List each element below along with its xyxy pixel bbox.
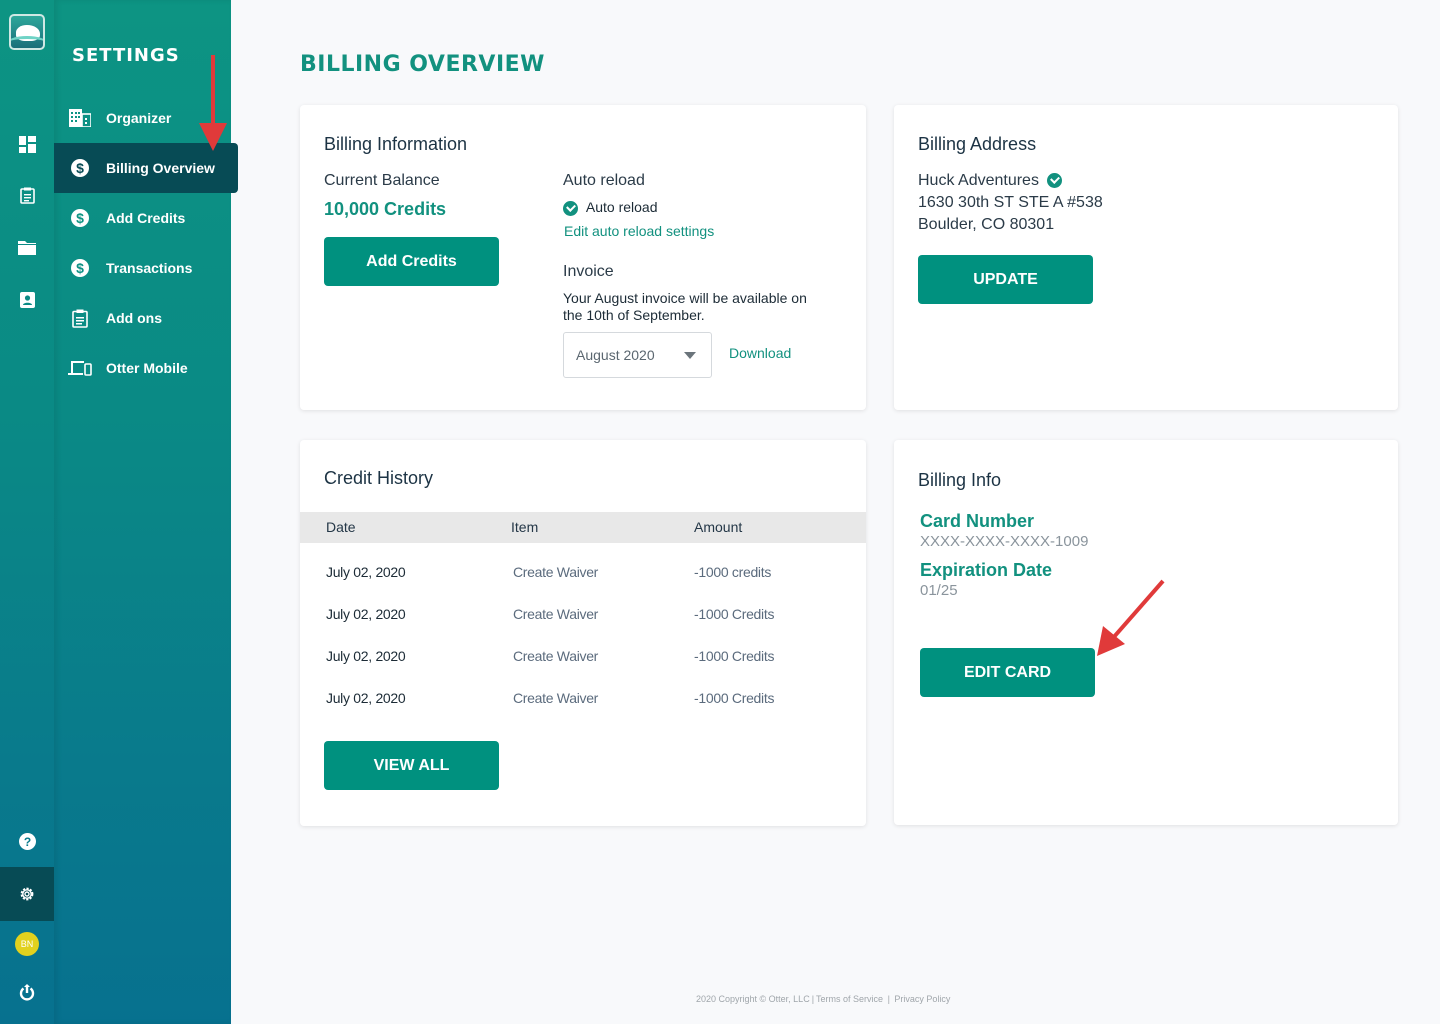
balance-value: 10,000 Credits xyxy=(324,199,447,219)
clipboard-icon xyxy=(68,306,92,330)
download-link[interactable]: Download xyxy=(729,345,791,361)
folder-icon[interactable] xyxy=(0,227,54,267)
balance-label: Current Balance xyxy=(324,172,440,189)
footer: 2020 Copyright © Otter, LLC | Terms of Ser… xyxy=(696,994,951,1004)
row-date: July 02, 2020 xyxy=(326,564,406,580)
address-name-text: Huck Adventures xyxy=(918,172,1039,189)
view-all-button[interactable]: VIEW ALL xyxy=(324,741,499,790)
caret-down-icon xyxy=(684,352,696,359)
table-row: July 02, 2020 Create Waiver -1000 credit… xyxy=(300,564,866,606)
nav-item-transactions[interactable]: $ Transactions xyxy=(54,243,231,293)
svg-text:?: ? xyxy=(23,835,30,849)
nav-item-label: Transactions xyxy=(106,260,193,276)
row-date: July 02, 2020 xyxy=(326,690,406,706)
row-date: July 02, 2020 xyxy=(326,648,406,664)
nav-item-label: Otter Mobile xyxy=(106,360,188,376)
nav-item-label: Add ons xyxy=(106,310,162,326)
card-title: Billing Address xyxy=(918,134,1037,154)
dollar-icon: $ xyxy=(68,256,92,280)
invoice-label: Invoice xyxy=(563,263,614,280)
nav-item-label: Billing Overview xyxy=(106,160,215,176)
edit-auto-reload-link[interactable]: Edit auto reload settings xyxy=(564,223,714,239)
row-amount: -1000 Credits xyxy=(694,690,775,706)
billing-information-card: Billing Information Current Balance 10,0… xyxy=(300,105,866,410)
avatar[interactable]: BN xyxy=(0,924,54,964)
power-icon[interactable] xyxy=(0,972,54,1012)
annotation-arrow xyxy=(1097,579,1165,656)
card-number-value: XXXX-XXXX-XXXX-1009 xyxy=(920,533,1089,550)
dollar-icon: $ xyxy=(68,206,92,230)
contact-icon[interactable] xyxy=(0,280,54,320)
address-name: Huck Adventures xyxy=(918,172,1063,190)
privacy-link[interactable]: Privacy Policy xyxy=(894,994,950,1004)
address-line1: 1630 30th ST STE A #538 xyxy=(918,194,1103,211)
row-item: Create Waiver xyxy=(513,690,599,706)
footer-copyright: 2020 Copyright © Otter, LLC xyxy=(696,994,810,1004)
svg-text:$: $ xyxy=(76,160,84,176)
auto-reload-status-text: Auto reload xyxy=(585,199,658,215)
gear-icon[interactable] xyxy=(0,867,54,921)
card-title: Billing Info xyxy=(918,470,1002,490)
row-item: Create Waiver xyxy=(513,648,599,664)
credit-history-card: Credit History Date Item Amount July 02,… xyxy=(300,440,866,826)
icon-rail: ? BN xyxy=(0,0,54,1024)
table-row: July 02, 2020 Create Waiver -1000 Credit… xyxy=(300,690,866,732)
column-header-date: Date xyxy=(326,519,356,535)
dashboard-icon[interactable] xyxy=(0,124,54,164)
dollar-icon: $ xyxy=(68,156,92,180)
invoice-month-value: August 2020 xyxy=(576,347,655,363)
row-item: Create Waiver xyxy=(513,564,599,580)
annotation-arrow xyxy=(199,55,227,151)
devices-icon xyxy=(68,356,92,380)
nav-item-add-ons[interactable]: Add ons xyxy=(54,293,231,343)
avatar-initials: BN xyxy=(15,932,39,956)
expiration-label: Expiration Date xyxy=(920,560,1053,580)
column-header-item: Item xyxy=(511,519,539,535)
address-line2: Boulder, CO 80301 xyxy=(918,216,1055,233)
table-row: July 02, 2020 Create Waiver -1000 Credit… xyxy=(300,648,866,690)
card-title: Billing Information xyxy=(324,134,468,154)
auto-reload-label: Auto reload xyxy=(563,172,645,189)
help-icon[interactable]: ? xyxy=(0,821,54,861)
billing-address-card: Billing Address Huck Adventures 1630 30t… xyxy=(894,105,1398,410)
nav-item-label: Add Credits xyxy=(106,210,186,226)
table-row: July 02, 2020 Create Waiver -1000 Credit… xyxy=(300,606,866,648)
add-credits-button[interactable]: Add Credits xyxy=(324,237,499,286)
expiration-value: 01/25 xyxy=(920,582,958,599)
otter-logo[interactable] xyxy=(9,14,45,50)
update-address-button[interactable]: UPDATE xyxy=(918,255,1093,304)
verified-check-icon xyxy=(1047,173,1063,189)
card-title: Credit History xyxy=(324,468,434,488)
clipboard-icon[interactable] xyxy=(0,175,54,215)
invoice-month-select[interactable]: August 2020 xyxy=(563,332,712,378)
page-title: BILLING OVERVIEW xyxy=(300,52,545,77)
row-amount: -1000 credits xyxy=(694,564,772,580)
table-header: Date Item Amount xyxy=(300,512,866,543)
auto-reload-status: Auto reload xyxy=(563,199,658,216)
invoice-note: Your August invoice will be available on… xyxy=(563,290,807,323)
row-amount: -1000 Credits xyxy=(694,606,775,622)
building-icon xyxy=(68,106,92,130)
svg-text:$: $ xyxy=(76,260,84,276)
row-item: Create Waiver xyxy=(513,606,599,622)
nav-item-otter-mobile[interactable]: Otter Mobile xyxy=(54,343,231,393)
terms-link[interactable]: Terms of Service xyxy=(816,994,883,1004)
nav-item-label: Organizer xyxy=(106,110,172,126)
edit-card-button[interactable]: EDIT CARD xyxy=(920,648,1095,697)
card-number-label: Card Number xyxy=(920,511,1035,531)
row-amount: -1000 Credits xyxy=(694,648,775,664)
nav-item-add-credits[interactable]: $ Add Credits xyxy=(54,193,231,243)
check-circle-icon xyxy=(563,200,578,216)
svg-text:$: $ xyxy=(76,210,84,226)
settings-title: SETTINGS xyxy=(72,45,180,66)
row-date: July 02, 2020 xyxy=(326,606,406,622)
column-header-amount: Amount xyxy=(694,519,743,535)
